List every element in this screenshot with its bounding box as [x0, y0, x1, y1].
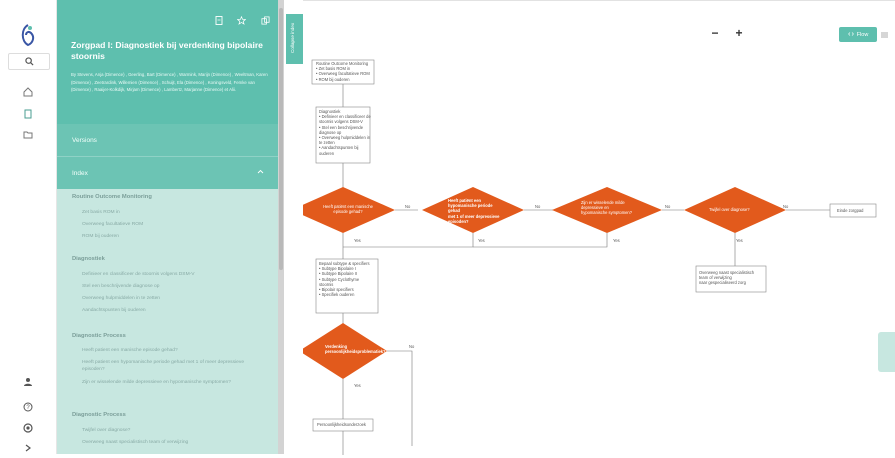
no-label: No	[405, 204, 411, 209]
yes-label: Yes	[354, 238, 361, 243]
personality-box-text[interactable]: Persoonlijkheidsonderzoek	[317, 422, 375, 427]
author-list: By Stevens, Anja (Dimence) , Geerling, B…	[71, 72, 268, 93]
decision-personality-text[interactable]: Verdenking persoonlijkheidsproblematiek?	[325, 344, 386, 355]
index-item[interactable]: Stel een beschrijvende diagnose op	[82, 284, 160, 291]
star-icon[interactable]	[236, 15, 247, 27]
yes-label: Yes	[354, 383, 361, 388]
index-item[interactable]: Overweeg naast specialistisch team of ve…	[82, 440, 262, 447]
side-toggle-tab[interactable]	[878, 332, 895, 372]
index-section-title[interactable]: Diagnostic Process	[72, 412, 126, 418]
index-item[interactable]: Heeft patient een hypomanische periode g…	[82, 360, 262, 373]
folder-icon[interactable]	[18, 125, 38, 145]
flow-line: episoden?	[448, 218, 469, 224]
index-accordion[interactable]: Index	[57, 157, 278, 189]
help-icon[interactable]: ?	[18, 397, 38, 417]
versions-label: Versions	[72, 136, 97, 144]
app-logo-icon[interactable]	[18, 22, 38, 48]
index-item[interactable]: Heeft patient een manische episode gehad…	[82, 348, 262, 355]
index-section-title[interactable]: Diagnostiek	[72, 256, 105, 262]
yes-label: Yes	[613, 238, 620, 243]
flowchart-svg	[303, 59, 877, 455]
flow-line: hypomanische symptomen?	[581, 210, 632, 216]
flow-line: naar gespecialiseerd zorg	[699, 280, 746, 286]
list-view-icon[interactable]	[881, 27, 895, 42]
flow-arrows-icon	[847, 31, 854, 38]
flow-line: Twijfel over diagnose?	[709, 207, 750, 212]
index-item[interactable]: Overweeg hulpmiddelen in te zetten	[82, 296, 160, 303]
index-item[interactable]: Overweeg facultatieve ROM	[82, 222, 143, 229]
flow-line: • Specifiek ouderen	[319, 292, 355, 298]
index-section-title[interactable]: Diagnostic Process	[72, 333, 126, 339]
end-box-text[interactable]: Einde zorgpad	[837, 208, 881, 213]
decision-mixed-text[interactable]: Zijn er wisselende milde depressieve en …	[581, 200, 637, 216]
zoom-out-button[interactable]: −	[703, 23, 727, 43]
search-icon[interactable]	[8, 53, 50, 70]
index-label: Index	[72, 169, 88, 177]
flow-line: hypomanische periode gehad	[448, 203, 493, 214]
flow-line: ouderen	[319, 150, 335, 156]
copy-icon[interactable]	[261, 16, 270, 27]
decision-manic-text[interactable]: Heeft patiënt een manische episode gehad…	[323, 204, 373, 214]
flow-view-button[interactable]: Flow	[839, 27, 877, 42]
diagnostiek-box-text[interactable]: Diagnostiek • Definieer en classificeer …	[319, 109, 373, 156]
panel-scrollbar-thumb[interactable]	[279, 8, 283, 270]
home-icon[interactable]	[18, 82, 38, 102]
rom-box-text[interactable]: Routine Outcome Monitoring • Zet basis R…	[316, 61, 378, 82]
index-item[interactable]: Zijn er wisselende milde depressieve en …	[82, 380, 262, 387]
panel-title: Zorgpad I: Diagnostiek bij verdenking bi…	[71, 40, 263, 61]
versions-accordion[interactable]: Versions	[57, 124, 278, 156]
flow-view-label: Flow	[856, 31, 869, 38]
panel-header: Zorgpad I: Diagnostiek bij verdenking bi…	[57, 0, 278, 124]
flow-line: • ROM bij ouderen	[316, 76, 350, 82]
index-section-title[interactable]: Routine Outcome Monitoring	[72, 194, 152, 200]
user-icon[interactable]	[18, 372, 38, 392]
no-label: No	[535, 204, 541, 209]
flow-line: episode gehad?	[333, 209, 363, 215]
index-item[interactable]: Twijfel over diagnose?	[82, 428, 262, 435]
pdf-icon[interactable]	[215, 16, 223, 27]
zoom-in-button[interactable]: +	[727, 23, 751, 43]
no-label: No	[409, 344, 415, 349]
flow-line: persoonlijkheidsproblematiek?	[325, 349, 386, 355]
icon-rail: ?	[0, 0, 57, 454]
no-label: No	[783, 204, 789, 209]
decision-doubt-text[interactable]: Twijfel over diagnose?	[709, 207, 765, 212]
flowchart-canvas[interactable]: Routine Outcome Monitoring • Zet basis R…	[303, 0, 895, 455]
chevron-up-icon	[257, 169, 264, 176]
referral-box-text[interactable]: Overweeg naast specialistisch team of ve…	[699, 270, 767, 286]
index-panel: Zorgpad I: Diagnostiek bij verdenking bi…	[57, 0, 278, 454]
logout-icon[interactable]	[18, 418, 38, 438]
collapse-index-label: Collapse index	[290, 22, 295, 54]
index-item[interactable]: Definieer en classificeer de stoornis vo…	[82, 272, 195, 279]
index-item[interactable]: ROM bij ouderen	[82, 234, 119, 241]
expand-chevron-icon[interactable]	[18, 438, 38, 458]
document-icon[interactable]	[18, 104, 38, 124]
index-item[interactable]: Aandachtspunten bij ouderen	[82, 308, 146, 315]
subtype-box-text[interactable]: Bepaal subtype & specifiers • Subtype Bi…	[319, 261, 381, 297]
yes-label: Yes	[478, 238, 485, 243]
flow-line: • Overweeg facultatieve ROM	[316, 71, 370, 77]
decision-hypomanic-text[interactable]: Heeft patiënt een hypomanische periode g…	[448, 198, 504, 224]
yes-label: Yes	[736, 238, 743, 243]
index-item[interactable]: Zet basis ROM in	[82, 210, 120, 217]
no-label: No	[665, 204, 671, 209]
